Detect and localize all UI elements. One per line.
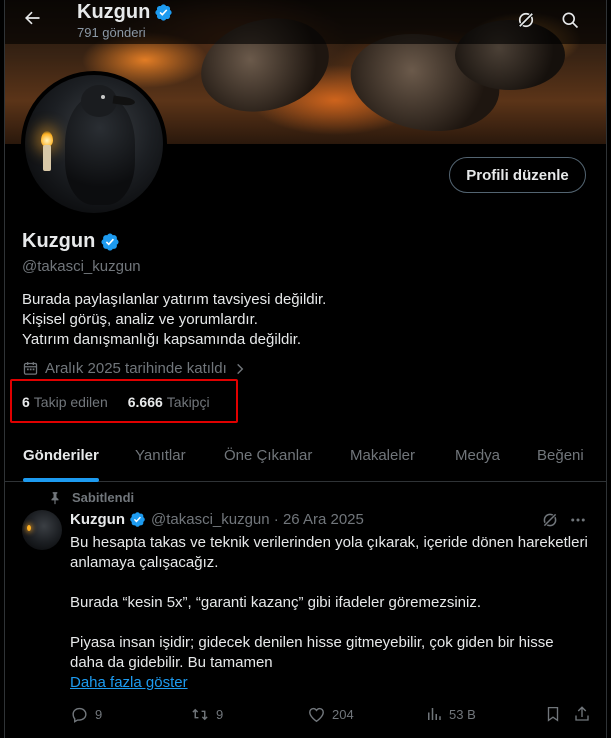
post-actions: 9 9 204 53 B [70, 702, 596, 730]
profile-column: Kuzgun 791 gönderi Profili düzenle Kuzgu… [4, 0, 607, 738]
calendar-icon [23, 362, 38, 375]
post-author[interactable]: Kuzgun [70, 511, 125, 528]
highlight-box [10, 379, 238, 423]
pinned-label: Sabitlendi [72, 490, 135, 505]
tab-label: Medya [455, 447, 501, 464]
search-button[interactable] [552, 2, 588, 38]
post-paragraph: Bu hesapta takas ve teknik verilerinden … [70, 534, 588, 571]
candle [43, 145, 51, 171]
tab-articles[interactable]: Makaleler [350, 434, 415, 482]
profile-avatar[interactable] [21, 71, 167, 217]
reply-count: 9 [95, 707, 103, 722]
bookmark-icon [547, 706, 559, 722]
post-text: Bu hesapta takas ve teknik verilerinden … [70, 533, 590, 693]
profile-tabs: Gönderiler Yanıtlar Öne Çıkanlar Makalel… [5, 434, 606, 482]
reply-button[interactable]: 9 [70, 705, 102, 724]
repost-icon [192, 708, 208, 721]
share-icon [575, 706, 589, 721]
grok-button[interactable] [508, 2, 544, 38]
tab-label: Makaleler [350, 447, 416, 464]
more-icon [571, 518, 585, 522]
reply-icon [72, 707, 87, 723]
pin-icon [51, 491, 59, 504]
post-count: 791 gönderi [77, 25, 146, 40]
profile-handle: @takasci_kuzgun [22, 258, 141, 275]
edit-profile-button[interactable]: Profili düzenle [449, 157, 586, 193]
verified-badge-icon [155, 4, 172, 21]
raven-eye [101, 95, 105, 99]
joined-label: Aralık 2025 tarihinde katıldı [45, 360, 227, 377]
tab-replies[interactable]: Yanıtlar [135, 434, 186, 482]
pinned-post[interactable]: Sabitlendi Kuzgun @takasci_kuzgun · 26 A… [5, 483, 606, 738]
verified-badge-icon [101, 232, 119, 251]
grok-icon [542, 512, 558, 528]
profile-name-row: Kuzgun [22, 230, 120, 253]
profile-name: Kuzgun [22, 230, 96, 252]
header-title: Kuzgun [77, 1, 151, 23]
post-header: Kuzgun @takasci_kuzgun · 26 Ara 2025 [70, 511, 364, 528]
like-icon [309, 707, 324, 723]
bookmark-button[interactable] [544, 705, 562, 723]
active-tab-indicator [23, 478, 99, 482]
post-paragraph: Piyasa insan işidir; gidecek denilen his… [70, 634, 554, 671]
tab-label: Beğeni [537, 447, 584, 464]
tab-label: Öne Çıkanlar [224, 447, 313, 464]
views-count: 53 B [449, 706, 476, 722]
repost-button[interactable]: 9 [190, 705, 223, 724]
like-count: 204 [332, 707, 354, 722]
tab-likes[interactable]: Beğeni [537, 434, 584, 482]
back-arrow-icon [25, 11, 40, 25]
app-window: Kuzgun 791 gönderi Profili düzenle Kuzgu… [0, 0, 611, 738]
raven-head [81, 85, 117, 117]
tab-posts[interactable]: Gönderiler [23, 434, 99, 482]
tab-label: Yanıtlar [135, 447, 186, 464]
tab-label: Gönderiler [23, 447, 99, 464]
bio-line: Kişisel görüş, analiz ve yorumlardır. [22, 311, 258, 328]
share-button[interactable] [573, 705, 591, 723]
tab-media[interactable]: Medya [455, 434, 500, 482]
bio-line: Burada paylaşılanlar yatırım tavsiyesi d… [22, 291, 327, 308]
candle-flame [27, 525, 31, 531]
like-button[interactable]: 204 [307, 705, 354, 724]
bio-line: Yatırım danışmanlığı kapsamında değildir… [22, 331, 302, 348]
search-icon [562, 12, 579, 29]
repost-count: 9 [216, 707, 224, 722]
pinned-indicator: Sabitlendi [48, 490, 134, 505]
post-grok-button[interactable] [541, 511, 559, 534]
post-more-button[interactable] [569, 511, 587, 534]
verified-badge-icon [130, 512, 145, 527]
top-bar: Kuzgun 791 gönderi [5, 0, 606, 44]
profile-bio: Burada paylaşılanlar yatırım tavsiyesi d… [22, 290, 326, 350]
header-title-block: Kuzgun 791 gönderi [77, 1, 173, 40]
post-paragraph: Burada “kesin 5x”, “garanti kazanç” gibi… [70, 594, 482, 611]
show-more-link[interactable]: Daha fazla göster [70, 673, 188, 693]
views-button[interactable]: 53 B [425, 705, 476, 723]
tab-highlights[interactable]: Öne Çıkanlar [224, 434, 312, 482]
chevron-right-icon [236, 363, 244, 374]
post-meta: @takasci_kuzgun · 26 Ara 2025 [150, 511, 364, 528]
grok-icon [518, 12, 534, 28]
back-button[interactable] [14, 0, 50, 36]
joined-date[interactable]: Aralık 2025 tarihinde katıldı [22, 360, 247, 377]
post-avatar[interactable] [22, 510, 62, 550]
views-icon [428, 708, 441, 720]
